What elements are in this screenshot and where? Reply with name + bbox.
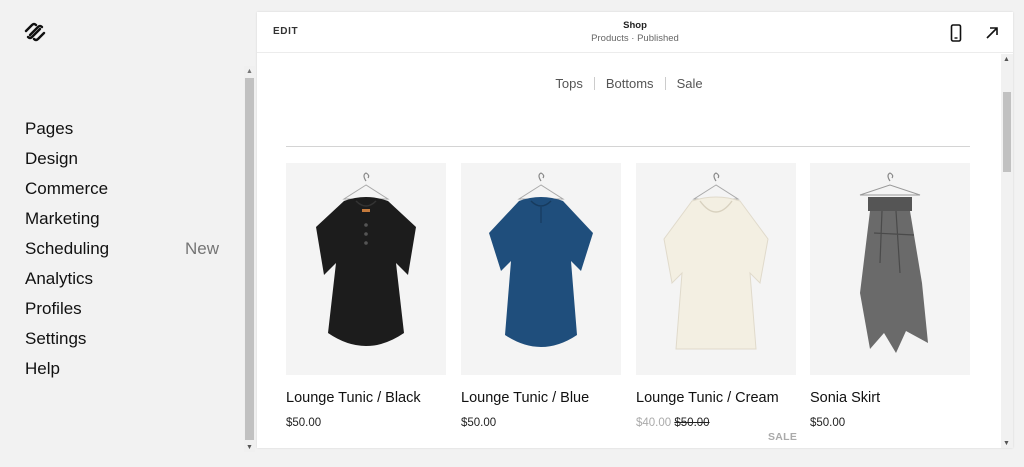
page-title: Shop [623,20,647,31]
sidebar-item-help[interactable]: Help [25,358,225,388]
mobile-view-icon[interactable] [949,24,963,42]
grey-skirt-image [859,172,928,353]
product-name[interactable]: Lounge Tunic / Blue [461,390,621,406]
sidebar-item-label: Analytics [25,269,94,288]
cream-tunic-image [663,172,769,350]
product-image[interactable] [810,163,970,375]
sidebar-item-scheduling[interactable]: Scheduling New [25,238,225,268]
product-price: $50.00 [461,417,497,429]
sidebar-item-label: Settings [25,329,87,348]
sidebar-nav: Pages Design Commerce Marketing Scheduli… [25,118,225,388]
scroll-up-arrow-icon[interactable]: ▲ [1003,56,1010,63]
category-bottoms[interactable]: Bottoms [595,76,665,91]
product-card[interactable]: Lounge Tunic / Blue $50.00 [461,163,621,429]
product-image[interactable] [461,163,621,375]
scroll-down-arrow-icon[interactable]: ▼ [246,444,253,451]
open-external-arrow-icon[interactable] [984,25,1000,41]
sidebar-item-analytics[interactable]: Analytics [25,268,225,298]
product-card[interactable]: Sonia Skirt $50.00 [810,163,970,429]
sidebar-item-design[interactable]: Design [25,148,225,178]
page-status: Products · Published [591,33,679,44]
blue-tunic-image [489,172,593,347]
site-preview-panel: EDIT Shop Products · Published Tops Botto… [257,12,1013,448]
product-card[interactable]: Lounge Tunic / Black $50.00 [286,163,446,429]
product-price: $40.00 $50.00 [636,417,796,429]
category-nav: Tops Bottoms Sale [257,76,1001,91]
product-name[interactable]: Lounge Tunic / Cream [636,390,796,406]
product-card[interactable]: Lounge Tunic / Cream $40.00 $50.00 SALE [636,163,797,443]
squarespace-logo-icon[interactable] [23,22,47,42]
preview-toolbar: EDIT Shop Products · Published [257,12,1013,53]
sidebar-item-label: Design [25,149,78,168]
sidebar-item-label: Pages [25,119,74,138]
scrollbar-thumb[interactable] [1003,92,1011,172]
category-divider-line [286,146,970,147]
sidebar-item-label: Profiles [25,299,82,318]
product-name[interactable]: Lounge Tunic / Black [286,390,446,406]
category-sale[interactable]: Sale [666,76,714,91]
scrollbar-thumb[interactable] [245,78,254,440]
sidebar-item-label: Help [25,359,60,378]
sidebar-item-label: Commerce [25,179,109,198]
black-tunic-image [316,172,416,346]
product-price: $50.00 [286,417,322,429]
scroll-down-arrow-icon[interactable]: ▼ [1003,440,1010,447]
sale-price: $40.00 [636,417,672,429]
sidebar-item-profiles[interactable]: Profiles [25,298,225,328]
sale-badge: SALE [768,431,798,443]
sidebar-item-settings[interactable]: Settings [25,328,225,358]
sidebar-item-commerce[interactable]: Commerce [25,178,225,208]
page-title-block: Shop Products · Published [257,20,1013,44]
category-tops[interactable]: Tops [544,76,593,91]
product-image[interactable] [636,163,796,375]
product-price: $50.00 [810,417,846,429]
new-badge: New [184,239,219,258]
product-image[interactable] [286,163,446,375]
sidebar-item-label: Scheduling [25,239,110,258]
sidebar-item-label: Marketing [25,209,100,228]
sidebar-item-pages[interactable]: Pages [25,118,225,148]
original-price: $50.00 [674,417,710,429]
shop-page-content: Tops Bottoms Sale Lounge Tunic / Black $50… [257,54,1001,448]
scroll-up-arrow-icon[interactable]: ▲ [246,68,253,75]
preview-scrollbar[interactable]: ▲ ▼ [1001,54,1013,448]
sidebar-item-marketing[interactable]: Marketing [25,208,225,238]
sidebar-scrollbar[interactable]: ▲ ▼ [244,66,255,452]
product-name[interactable]: Sonia Skirt [810,390,970,406]
